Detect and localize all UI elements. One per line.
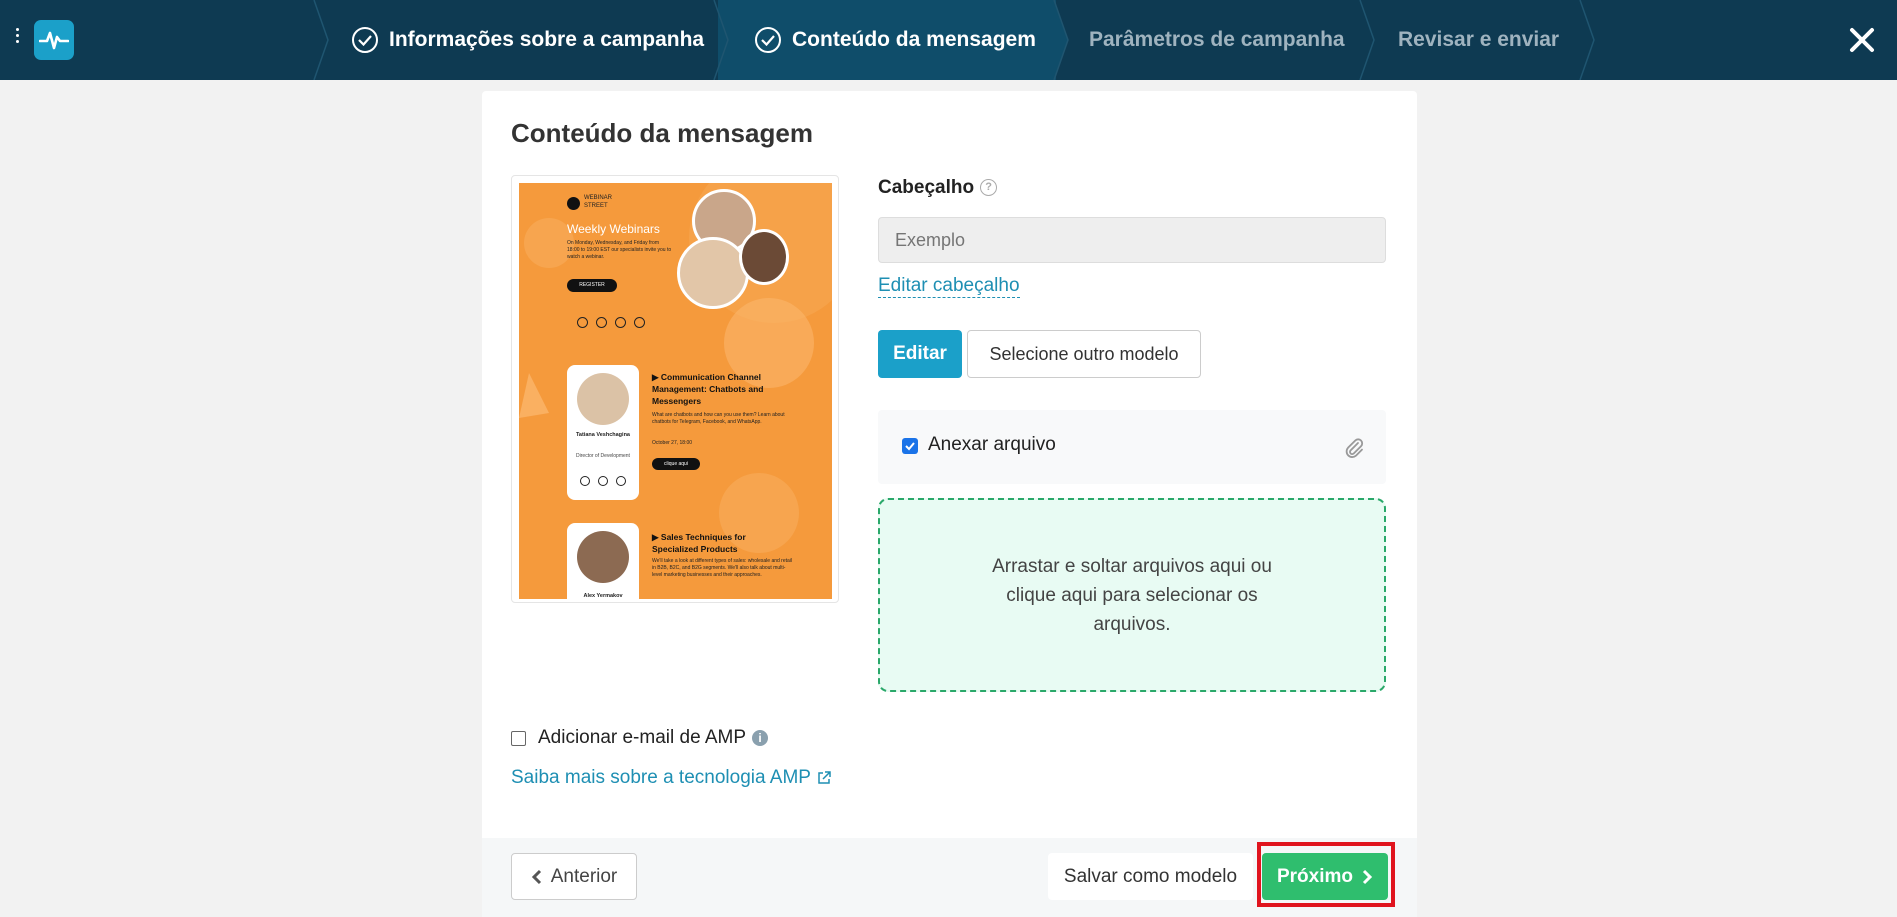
page-title: Conteúdo da mensagem [511, 118, 813, 148]
speaker-role-1: Director of Development [576, 453, 630, 459]
speaker-name-1: Tatiana Veshchagina [575, 432, 630, 438]
close-icon[interactable] [1848, 26, 1876, 54]
check-circle-icon [755, 27, 781, 53]
item-desc-2: We'll take a look at different types of … [652, 558, 793, 578]
step-campaign-info[interactable]: Informações sobre a campanha [351, 0, 704, 80]
paperclip-icon[interactable] [1342, 436, 1366, 460]
step-separator-icon [1579, 0, 1595, 80]
step-separator-icon [713, 0, 729, 80]
file-dropzone[interactable]: Arrastar e soltar arquivos aqui ou cliqu… [878, 498, 1386, 692]
top-navigation-bar: Informações sobre a campanha Conteúdo da… [0, 0, 1897, 80]
previous-button[interactable]: Anterior [511, 853, 637, 900]
edit-header-link[interactable]: Editar cabeçalho [878, 275, 1020, 298]
speaker-social-icons [580, 476, 626, 486]
preview-intro: On Monday, Wednesday, and Friday from 18… [567, 240, 672, 260]
brand-line-2: STREET [584, 203, 608, 209]
menu-dots-icon[interactable] [14, 28, 20, 43]
dropzone-text: Arrastar e soltar arquivos aqui ou cliqu… [992, 555, 1272, 635]
step-label: Informações sobre a campanha [389, 28, 705, 51]
chevron-left-icon [531, 869, 541, 884]
email-thumbnail: WEBINAR STREET Weekly Webinars On Monday… [519, 183, 832, 599]
brand-line-1: WEBINAR [584, 195, 613, 201]
step-label: Conteúdo da mensagem [792, 28, 1036, 51]
next-button[interactable]: Próximo [1262, 853, 1388, 900]
save-as-template-button[interactable]: Salvar como modelo [1048, 853, 1253, 900]
checkmark-icon [905, 442, 915, 451]
step-review-send[interactable]: Revisar e enviar [1398, 0, 1559, 80]
avatar [677, 237, 749, 309]
select-template-button[interactable]: Selecione outro modelo [967, 330, 1201, 378]
amp-label: Adicionar e-mail de AMP [538, 727, 747, 748]
attach-file-row: Anexar arquivo [878, 410, 1386, 484]
step-separator-icon [313, 0, 329, 80]
amp-checkbox[interactable] [511, 730, 526, 746]
amp-learn-more-link[interactable]: Saiba mais sobre a tecnologia AMP [511, 767, 831, 789]
header-input[interactable] [878, 217, 1386, 263]
info-icon[interactable]: i [752, 730, 769, 746]
step-message-content[interactable]: Conteúdo da mensagem [754, 0, 1036, 80]
step-separator-icon [1053, 0, 1069, 80]
help-icon[interactable]: ? [980, 179, 998, 197]
step-label: Parâmetros de campanha [1089, 28, 1345, 51]
item-button-1: clique aqui [652, 458, 700, 470]
app-logo-icon[interactable] [34, 20, 74, 60]
speaker-name-2: Alex Yermakov [583, 593, 623, 599]
step-separator-icon [1359, 0, 1375, 80]
item-title-2: ▶ Sales Techniques for Specialized Produ… [652, 532, 746, 554]
amp-option: Adicionar e-mail de AMP i [511, 727, 769, 749]
template-preview[interactable]: WEBINAR STREET Weekly Webinars On Monday… [511, 175, 839, 603]
check-circle-icon [352, 27, 378, 53]
avatar [577, 373, 629, 425]
header-label: Cabeçalho? [878, 177, 998, 199]
step-label: Revisar e enviar [1398, 28, 1560, 51]
brand-play-icon [567, 197, 580, 210]
avatar [739, 229, 789, 285]
avatar [577, 531, 629, 583]
item-title-1: ▶ Communication Channel Management: Chat… [652, 372, 764, 406]
chevron-right-icon [1362, 869, 1373, 884]
social-icons [577, 317, 645, 328]
register-button: REGISTER [567, 279, 617, 292]
item-desc-1: What are chatbots and how can you use th… [652, 412, 785, 425]
attach-file-label: Anexar arquivo [928, 434, 1056, 455]
item-date-1: October 27, 18:00 [652, 440, 693, 446]
external-link-icon [818, 771, 831, 784]
step-campaign-parameters[interactable]: Parâmetros de campanha [1089, 0, 1345, 80]
attach-file-checkbox[interactable] [902, 438, 918, 454]
edit-template-button[interactable]: Editar [878, 330, 962, 378]
preview-heading: Weekly Webinars [567, 222, 660, 236]
